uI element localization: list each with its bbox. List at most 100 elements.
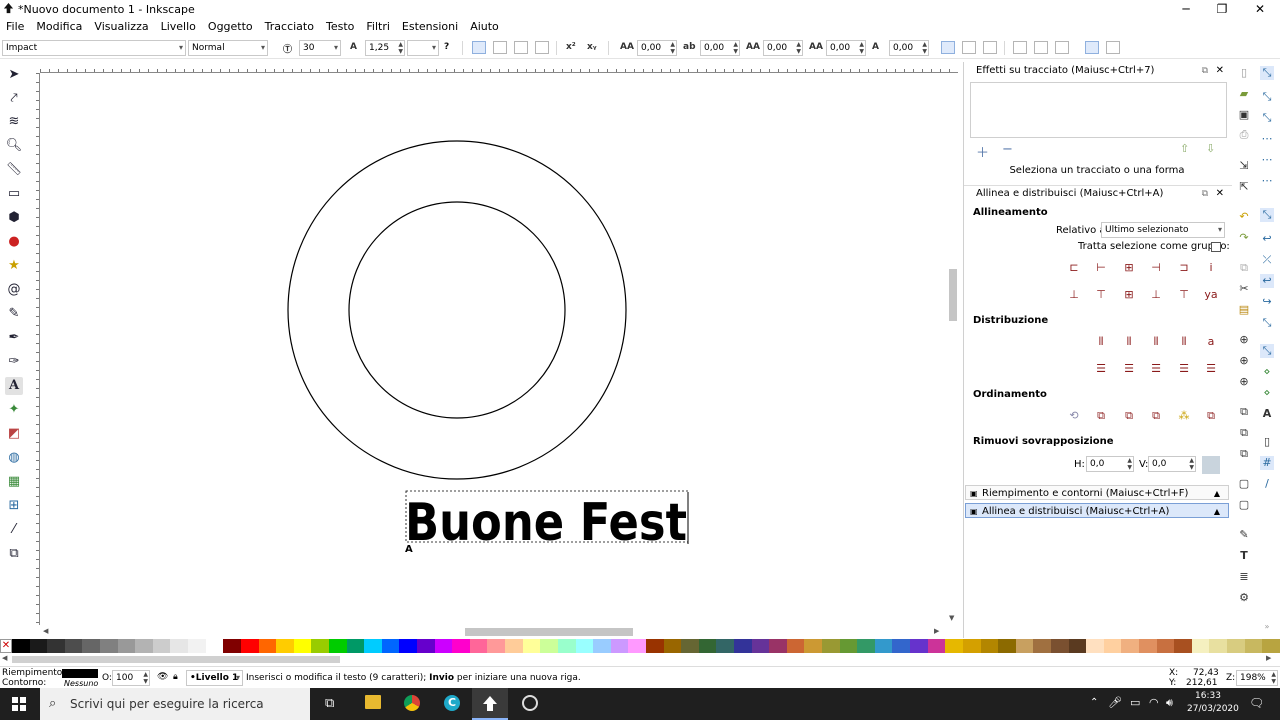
close-icon[interactable]: ✕	[1242, 0, 1278, 18]
preferences-icon[interactable]: ⚙	[1237, 591, 1251, 605]
palette-swatch[interactable]	[188, 639, 206, 653]
snap-smooth-nodes-icon[interactable]: ↪	[1260, 295, 1274, 309]
spin-arrows-icon[interactable]: ▲ ▼	[922, 41, 927, 55]
palette-swatch[interactable]	[293, 639, 312, 653]
zoom-tool-icon[interactable]: 🔍︎	[5, 137, 23, 155]
snap-nodes-icon[interactable]: ⤡	[1260, 208, 1274, 222]
ungroup-icon[interactable]: ▢	[1237, 498, 1251, 512]
align-baselines-icon[interactable]: ya	[1202, 286, 1220, 304]
snap-cusp-nodes-icon[interactable]: ↩	[1260, 274, 1274, 288]
palette-swatch[interactable]	[399, 639, 418, 653]
palette-swatch[interactable]	[29, 639, 48, 653]
opacity-input[interactable]: 100 ▲ ▼	[112, 670, 150, 686]
palette-swatch[interactable]	[170, 639, 189, 653]
palette-swatch[interactable]	[152, 639, 171, 653]
pencil-tool-icon[interactable]: ✎	[5, 305, 23, 323]
more-icon[interactable]: »	[1260, 620, 1274, 634]
move-up-icon[interactable]: ⇧	[1180, 142, 1189, 155]
move-down-icon[interactable]: ⇩	[1206, 142, 1215, 155]
file-explorer-icon[interactable]	[365, 695, 381, 709]
palette-swatch[interactable]	[452, 639, 470, 653]
palette-swatch[interactable]	[47, 639, 65, 653]
palette-swatch[interactable]	[610, 639, 629, 653]
palette-swatch[interactable]	[1139, 639, 1157, 653]
path-effects-list[interactable]	[970, 82, 1227, 138]
palette-swatch[interactable]	[522, 639, 541, 653]
spin-arrows-icon[interactable]: ▲ ▼	[1271, 671, 1276, 685]
menu-estensioni[interactable]: Estensioni	[396, 18, 464, 33]
fill-stroke-panel-tab[interactable]: ▣ Riempimento e contorni (Maiusc+Ctrl+F)…	[965, 485, 1229, 500]
windows-start-icon[interactable]	[12, 697, 26, 711]
zoom-selection-icon[interactable]: ⊕	[1237, 333, 1251, 347]
line-spacing-input[interactable]: 1,25 ▲ ▼	[365, 40, 405, 56]
palette-swatch[interactable]	[1244, 639, 1263, 653]
inner-circle[interactable]	[348, 201, 566, 419]
palette-swatch[interactable]	[487, 639, 506, 653]
menu-livello[interactable]: Livello	[155, 18, 202, 33]
palette-swatch[interactable]	[434, 639, 453, 653]
palette-swatch[interactable]	[223, 639, 241, 653]
zoom-page-icon[interactable]: ⊕	[1237, 375, 1251, 389]
align-top-edges-icon[interactable]: ⊤	[1092, 286, 1110, 304]
dropper-tool-icon[interactable]: ⁄	[5, 521, 23, 539]
scroll-right-icon[interactable]: ▶	[934, 627, 939, 635]
node-tool-icon[interactable]: ⤤	[5, 90, 23, 108]
outer-circle[interactable]	[287, 140, 627, 480]
palette-swatch[interactable]	[1103, 639, 1122, 653]
palette-swatch[interactable]	[311, 639, 329, 653]
palette-swatch[interactable]	[1209, 639, 1228, 653]
unclump-icon[interactable]: ⧉	[1202, 407, 1220, 425]
scroll-left-icon[interactable]: ◀	[2, 654, 7, 662]
tray-chevron-up-icon[interactable]: ⌃	[1090, 697, 1098, 708]
vertical-scroll-thumb[interactable]	[949, 269, 957, 321]
tweak-tool-icon[interactable]: ≋	[5, 113, 23, 131]
center-vertical-axis-icon[interactable]: ⊞	[1120, 259, 1138, 277]
snap-bbox-midpoints-icon[interactable]: ⋯	[1260, 153, 1274, 167]
palette-swatch[interactable]	[1050, 639, 1069, 653]
save-icon[interactable]: ▣	[1237, 108, 1251, 122]
snap-bbox-icon[interactable]: ⤡	[1260, 90, 1274, 104]
paint-bucket-tool-icon[interactable]: ◍	[5, 449, 23, 467]
align-bottom-to-top-icon[interactable]: ⊥	[1065, 286, 1083, 304]
palette-swatch[interactable]	[1174, 639, 1192, 653]
horizontal-scroll-thumb[interactable]	[465, 628, 633, 636]
palette-swatch[interactable]	[910, 639, 928, 653]
maximize-icon[interactable]: ❐	[1204, 0, 1240, 18]
distribute-baselines-h-icon[interactable]: a	[1202, 333, 1220, 351]
chevron-up-icon[interactable]: ▲	[1214, 504, 1220, 520]
layer-select[interactable]: •Livello 1 ▾	[186, 670, 243, 686]
justify-button[interactable]	[535, 41, 549, 54]
palette-swatch[interactable]	[135, 639, 153, 653]
align-right-edges-icon[interactable]: ⊣	[1147, 259, 1165, 277]
snap-line-midpoints-icon[interactable]: ⤡	[1260, 316, 1274, 330]
float-icon[interactable]: ⧉	[1202, 186, 1208, 202]
align-left-edges-icon[interactable]: ⊢	[1092, 259, 1110, 277]
scroll-left-icon[interactable]: ◀	[43, 627, 48, 635]
remove-overlap-button[interactable]	[1202, 456, 1220, 474]
distribute-top-edges-icon[interactable]: ☰	[1092, 360, 1110, 378]
palette-swatch[interactable]	[417, 639, 435, 653]
new-document-icon[interactable]: ▯	[1237, 66, 1251, 80]
palette-swatch[interactable]	[945, 639, 963, 653]
palette-swatch[interactable]	[786, 639, 805, 653]
spin-arrows-icon[interactable]: ▲ ▼	[796, 41, 801, 55]
palette-swatch[interactable]	[980, 639, 999, 653]
center-horizontal-axis-icon[interactable]: ⊞	[1120, 286, 1138, 304]
orientation-auto-button[interactable]	[1013, 41, 1027, 54]
align-right-button[interactable]	[514, 41, 528, 54]
spray-tool-icon[interactable]: ✦	[5, 401, 23, 419]
app-c-icon[interactable]: C	[444, 695, 460, 711]
order-by-stacking-icon[interactable]: ⧉	[1120, 407, 1138, 425]
palette-swatch[interactable]	[663, 639, 682, 653]
v-gap-input[interactable]: 0,0 ▲ ▼	[1148, 456, 1196, 472]
app-circle-icon[interactable]	[522, 695, 538, 711]
menu-tracciato[interactable]: Tracciato	[259, 18, 320, 33]
scroll-down-icon[interactable]: ▼	[949, 614, 954, 622]
palette-swatch[interactable]	[593, 639, 611, 653]
menu-file[interactable]: File	[0, 18, 30, 33]
superscript-icon[interactable]: x²	[566, 42, 576, 52]
snap-intersections-icon[interactable]: ⤫	[1260, 253, 1274, 267]
snap-grids-icon[interactable]: #	[1260, 456, 1274, 470]
palette-swatch[interactable]	[1227, 639, 1245, 653]
palette-swatch[interactable]	[575, 639, 594, 653]
